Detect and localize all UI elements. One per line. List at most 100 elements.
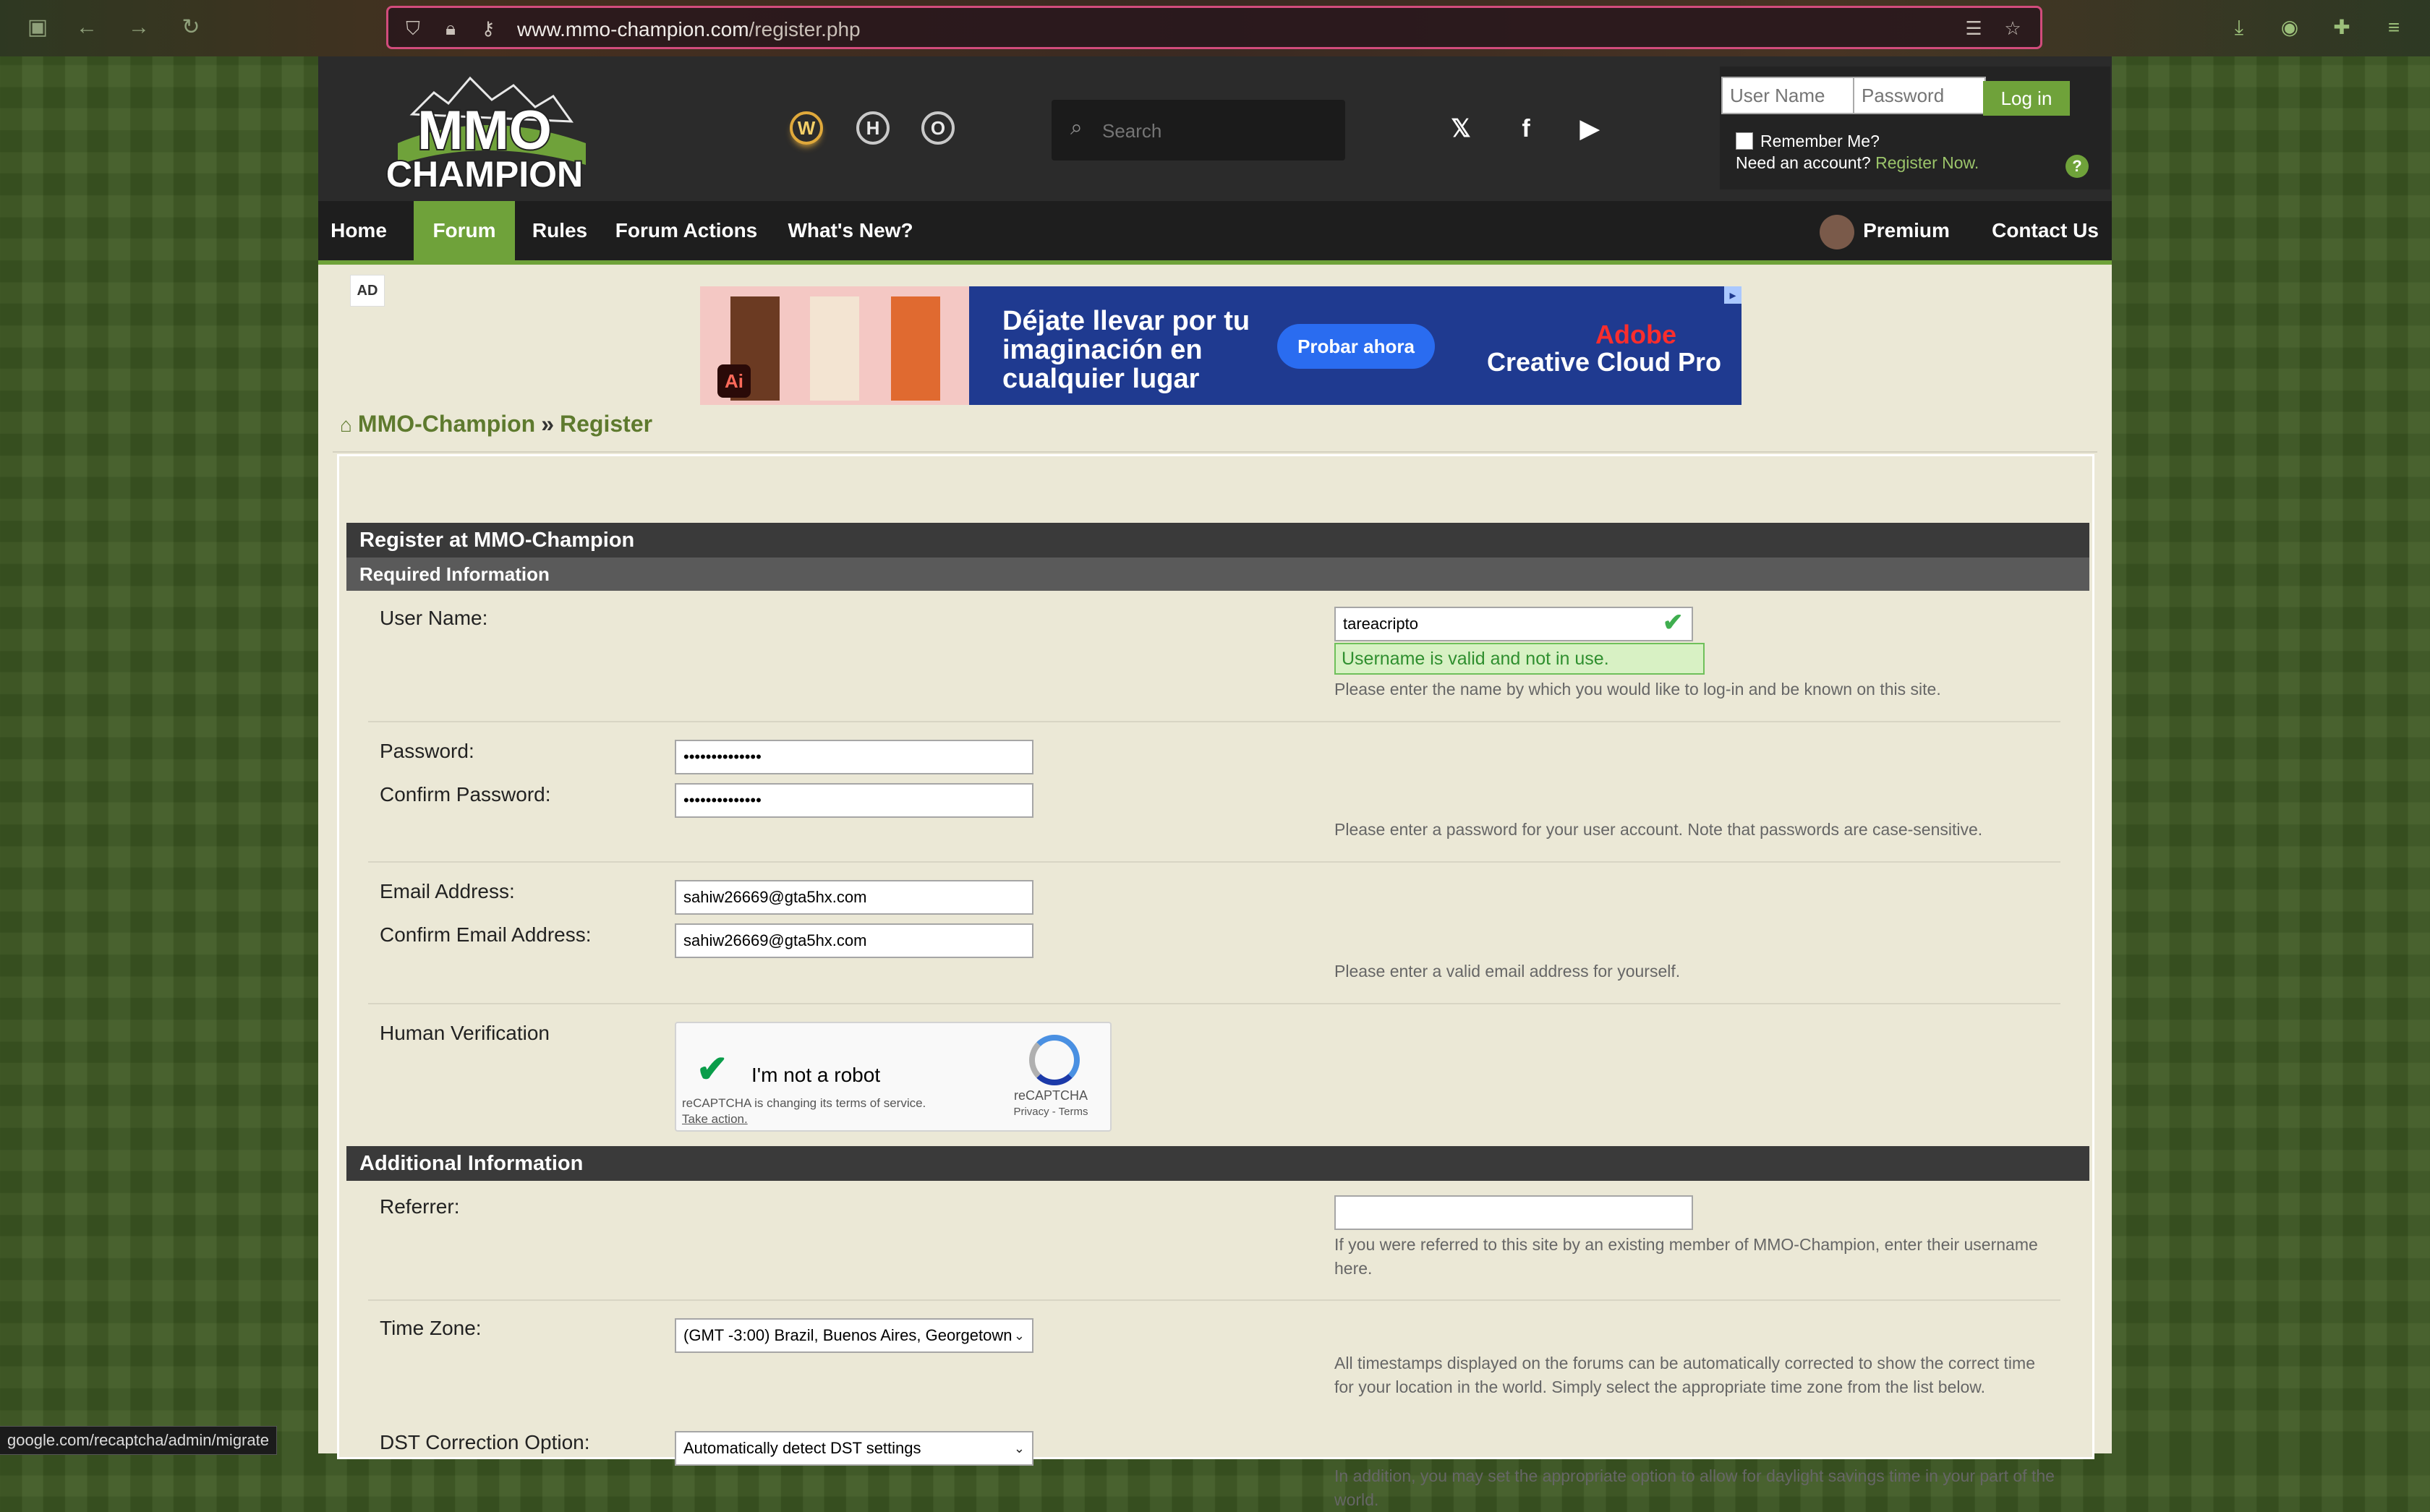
help-icon[interactable]: ? [2066,155,2089,178]
recaptcha-brand: reCAPTCHA [1013,1088,1088,1103]
confirm-password-label: Confirm Password: [380,783,551,806]
ad-image: Ai [700,286,969,405]
illustrator-icon: Ai [717,364,751,398]
nav-forum[interactable]: Forum [414,201,515,260]
site-header: MMO CHAMPION W H O ⌕ 𝕏 f ▶ Log in Rememb… [318,56,2112,201]
reload-icon[interactable]: ↻ [176,13,205,42]
login-button[interactable]: Log in [1983,81,2070,116]
nav-whats-new[interactable]: What's New? [778,201,923,260]
login-password-input[interactable] [1853,77,1986,114]
menu-icon[interactable]: ≡ [2379,13,2408,42]
breadcrumb: ⌂ MMO-Champion» Register [340,411,652,437]
page: MMO CHAMPION W H O ⌕ 𝕏 f ▶ Log in Rememb… [318,56,2112,1509]
url-bar[interactable]: ⛉ 🔒︎ ⚷ www.mmo-champion.com/register.php… [386,6,2042,49]
username-label: User Name: [380,607,488,629]
ad-banner[interactable]: Ai Déjate llevar por tu imaginación en c… [700,286,1742,405]
lock-icon[interactable]: 🔒︎ [439,17,462,40]
recaptcha-notice-text: reCAPTCHA is changing its terms of servi… [682,1096,926,1110]
search-icon[interactable]: ⌕ [1070,116,1083,140]
twitter-icon[interactable]: 𝕏 [1445,113,1477,145]
shield-icon[interactable]: ⛉ [401,17,425,40]
password-input[interactable] [675,740,1033,774]
premium-avatar-icon [1820,214,1855,249]
confirm-password-input[interactable] [675,783,1033,818]
divider [368,1299,2060,1301]
breadcrumb-site[interactable]: MMO-Champion [358,411,535,437]
overwatch-icon[interactable]: O [921,111,955,145]
referrer-label: Referrer: [380,1195,460,1218]
nav-rules[interactable]: Rules [525,201,594,260]
facebook-icon[interactable]: f [1510,113,1542,145]
url-host: www.mmo-champion.com [517,18,749,40]
login-username-input[interactable] [1721,77,1854,114]
recaptcha-take-action-link[interactable]: Take action. [682,1112,748,1126]
recaptcha-privacy-terms[interactable]: Privacy - Terms [993,1106,1109,1118]
email-input[interactable] [675,880,1033,915]
url-path: /register.php [749,18,861,40]
main-nav: Home Forum Rules Forum Actions What's Ne… [318,201,2112,265]
ad-label: AD [350,275,385,307]
extensions-icon[interactable]: ✚ [2327,13,2356,42]
forward-icon[interactable]: → [124,13,153,42]
dst-description: In addition, you may set the appropriate… [1334,1466,2055,1509]
remember-me-checkbox[interactable] [1736,132,1753,150]
confirm-email-label: Confirm Email Address: [380,923,592,946]
ad-cta-button[interactable]: Probar ahora [1277,324,1435,369]
status-bar-url: google.com/recaptcha/admin/migrate [0,1426,277,1455]
ad-product-image [810,296,859,401]
referrer-description: If you were referred to this site by an … [1334,1235,2038,1278]
nav-home[interactable]: Home [325,201,392,260]
login-box: Log in Remember Me? Need an account? Reg… [1720,67,2110,189]
divider [368,1003,2060,1004]
confirm-email-input[interactable] [675,923,1033,958]
dst-value: Automatically detect DST settings [683,1439,921,1457]
dst-select[interactable]: Automatically detect DST settings ⌄ [675,1431,1033,1466]
form-title: Register at MMO-Champion [346,523,2089,558]
timezone-description: All timestamps displayed on the forums c… [1334,1354,2035,1396]
account-icon[interactable]: ◉ [2275,13,2304,42]
logo-text-champion: CHAMPION [386,154,583,194]
recaptcha-checkbox[interactable]: ✔ [696,1048,728,1091]
dst-label: DST Correction Option: [380,1431,590,1453]
nav-contact[interactable]: Contact Us [1982,201,2109,260]
human-verification-label: Human Verification [380,1022,550,1044]
ad-brand-product: Creative Cloud Pro [1486,347,1722,377]
timezone-select[interactable]: (GMT -3:00) Brazil, Buenos Aires, George… [675,1318,1033,1353]
warcraft-icon[interactable]: W [790,111,823,145]
hots-icon[interactable]: H [856,111,890,145]
email-description: Please enter a valid email address for y… [1334,962,1681,981]
breadcrumb-current[interactable]: Register [560,411,652,437]
breadcrumb-separator: » [541,411,555,437]
divider [368,721,2060,722]
download-icon[interactable]: ⤓ [2225,13,2254,42]
remember-me[interactable]: Remember Me? [1736,132,1880,151]
username-valid-message: Username is valid and not in use. [1334,643,1705,675]
home-icon[interactable]: ⌂ [340,414,352,436]
nav-premium-label: Premium [1863,219,1950,242]
email-label: Email Address: [380,880,515,902]
sidebar-toggle-icon[interactable]: ▣ [23,13,52,42]
mmo-champion-logo[interactable]: MMO CHAMPION [369,64,600,194]
divider [368,861,2060,863]
youtube-icon[interactable]: ▶ [1574,113,1606,145]
register-now-link[interactable]: Register Now. [1875,153,1979,172]
referrer-input[interactable] [1334,1195,1693,1230]
chevron-down-icon: ⌄ [1013,1328,1025,1343]
ad-choices-icon[interactable]: ▸ [1724,286,1742,304]
search-input[interactable] [1101,116,1335,146]
recaptcha-widget: ✔ I'm not a robot reCAPTCHA is changing … [675,1022,1112,1132]
key-icon[interactable]: ⚷ [477,17,500,40]
divider [333,451,2097,453]
url-text[interactable]: www.mmo-champion.com/register.php [517,18,861,41]
back-icon[interactable]: ← [72,13,101,42]
chevron-down-icon: ⌄ [1013,1441,1025,1456]
nav-premium[interactable]: Premium [1812,201,1957,260]
nav-forum-actions[interactable]: Forum Actions [610,201,762,260]
bookmark-star-icon[interactable]: ☆ [2001,17,2024,40]
timezone-label: Time Zone: [380,1317,482,1339]
reader-view-icon[interactable]: ☰ [1962,17,1985,40]
search-box: ⌕ [1052,100,1345,161]
username-input[interactable] [1334,607,1693,641]
required-heading: Required Information [346,558,2089,591]
ad-headline: Déjate llevar por tu imaginación en cual… [1002,306,1250,394]
